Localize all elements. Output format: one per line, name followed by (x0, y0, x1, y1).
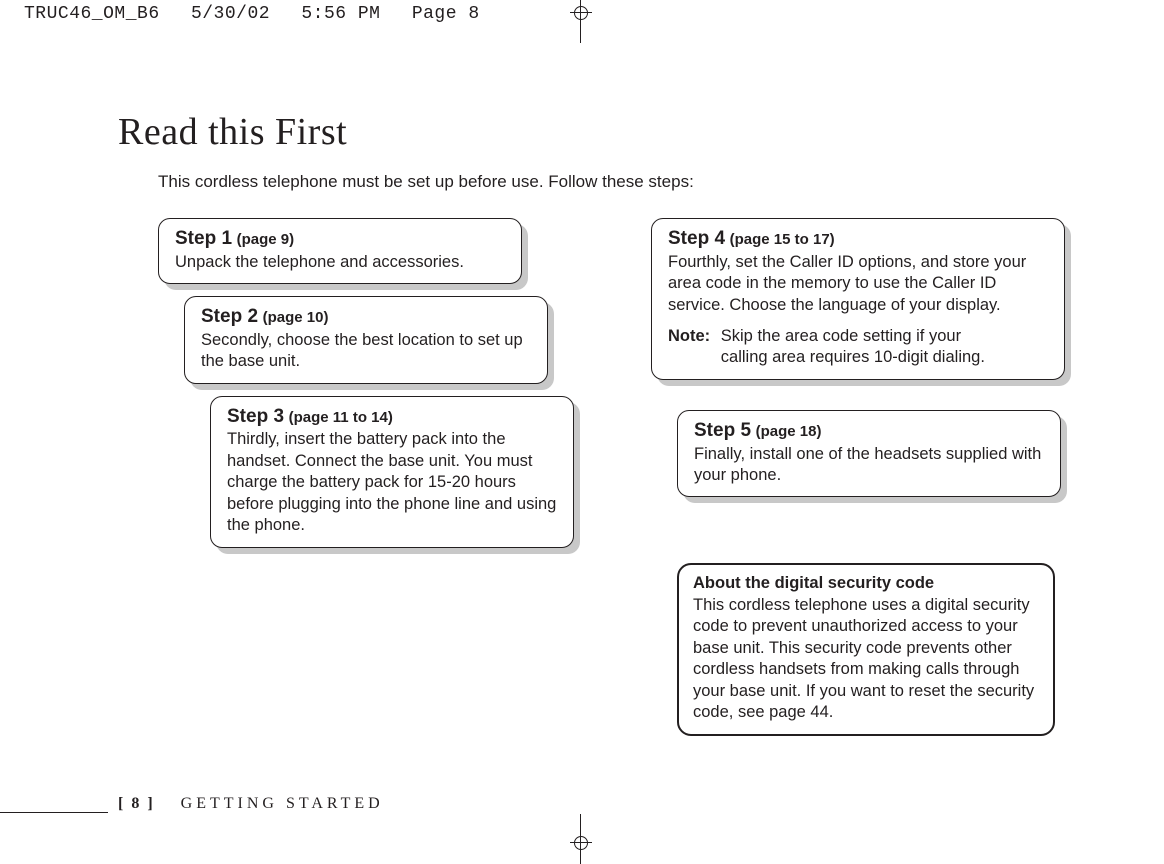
step-5-title: Step 5 (694, 420, 751, 441)
registration-mark-bottom (556, 814, 606, 864)
proof-time: 5:56 PM (301, 4, 380, 24)
footer-section: GETTING STARTED (181, 795, 384, 812)
page-footer: [ 8 ] GETTING STARTED (118, 795, 384, 813)
step-1-title: Step 1 (175, 228, 232, 249)
step-3-body: Thirdly, insert the battery pack into th… (227, 430, 556, 534)
step-2-body: Secondly, choose the best location to se… (201, 331, 523, 370)
step-2-box: Step 2 (page 10) Secondly, choose the be… (184, 296, 548, 384)
proof-date: 5/30/02 (191, 4, 270, 24)
step-4-note: Note: Skip the area code setting if your… (668, 326, 1048, 369)
step-4-note-body: Skip the area code setting if your calli… (721, 326, 1011, 369)
intro-text: This cordless telephone must be set up b… (158, 172, 1104, 192)
proof-page: Page 8 (412, 4, 480, 24)
step-3-box: Step 3 (page 11 to 14) Thirdly, insert t… (210, 396, 574, 548)
column-left: Step 1 (page 9) Unpack the telephone and… (118, 218, 611, 560)
step-2-pages: (page 10) (263, 309, 329, 326)
step-5-box: Step 5 (page 18) Finally, install one of… (677, 410, 1061, 498)
page-content: Read this First This cordless telephone … (118, 110, 1104, 736)
step-3-pages: (page 11 to 14) (289, 409, 393, 426)
proof-filename: TRUC46_OM_B6 (24, 4, 160, 24)
columns: Step 1 (page 9) Unpack the telephone and… (118, 218, 1104, 736)
step-5-body: Finally, install one of the headsets sup… (694, 445, 1041, 484)
step-1-pages: (page 9) (237, 231, 295, 248)
step-1-box: Step 1 (page 9) Unpack the telephone and… (158, 218, 522, 284)
registration-mark-top (556, 0, 606, 48)
step-4-box: Step 4 (page 15 to 17) Fourthly, set the… (651, 218, 1065, 380)
registration-mark-left (0, 812, 108, 813)
step-4-body: Fourthly, set the Caller ID options, and… (668, 253, 1026, 314)
step-2-title: Step 2 (201, 306, 258, 327)
step-4-pages: (page 15 to 17) (730, 231, 835, 248)
security-info-body: This cordless telephone uses a digital s… (693, 596, 1034, 721)
step-1-body: Unpack the telephone and accessories. (175, 253, 464, 271)
footer-page-number: [ 8 ] (118, 795, 155, 812)
security-info-title: About the digital security code (693, 574, 934, 592)
step-5-pages: (page 18) (756, 423, 822, 440)
page-title: Read this First (118, 110, 1104, 154)
step-3-title: Step 3 (227, 406, 284, 427)
column-right: Step 4 (page 15 to 17) Fourthly, set the… (651, 218, 1104, 736)
step-4-note-label: Note: (668, 326, 710, 347)
print-proof-header: TRUC46_OM_B6 5/30/02 5:56 PM Page 8 (24, 4, 500, 24)
security-info-box: About the digital security code This cor… (677, 563, 1055, 735)
step-4-title: Step 4 (668, 228, 725, 249)
